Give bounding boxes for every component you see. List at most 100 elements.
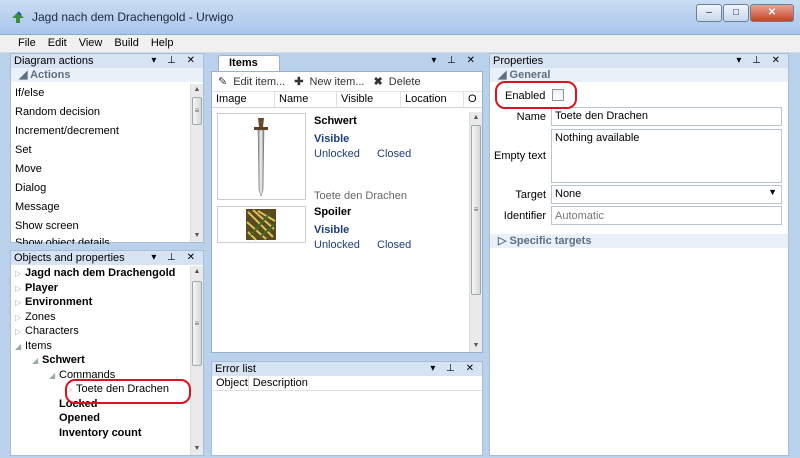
name-field[interactable]: Toete den Drachen bbox=[551, 107, 782, 126]
panel-controls[interactable]: ▾ ⊥ ✕ bbox=[151, 251, 199, 265]
list-item[interactable]: Spoiler Visible Unlocked Closed bbox=[212, 204, 482, 254]
item-visibility: Visible bbox=[314, 133, 350, 145]
chevron-down-icon[interactable]: ▼ bbox=[768, 187, 777, 197]
tree-item[interactable]: ▷ Zones bbox=[11, 310, 203, 325]
close-button[interactable]: ✕ bbox=[750, 4, 794, 22]
action-item[interactable]: Random decision bbox=[11, 103, 191, 122]
identifier-input[interactable] bbox=[551, 206, 782, 225]
tree-item[interactable]: ◢ Items bbox=[11, 339, 203, 354]
panel-controls[interactable]: ▾ ⊥ ✕ bbox=[431, 55, 479, 66]
expanded-arrow-icon[interactable]: ◢ bbox=[32, 354, 42, 369]
delete-button[interactable]: ✖ Delete bbox=[374, 76, 421, 88]
maximize-button[interactable]: □ bbox=[723, 4, 749, 22]
menu-bar: File Edit View Build Help bbox=[0, 35, 800, 53]
item-name: Spoiler bbox=[314, 206, 352, 218]
item-lock-state: Unlocked bbox=[314, 148, 360, 160]
expanded-arrow-icon[interactable]: ◢ bbox=[49, 369, 59, 384]
column-object[interactable]: Object bbox=[212, 376, 249, 390]
new-item-button[interactable]: ✚ New item... bbox=[294, 76, 364, 88]
tree-item[interactable]: ▷ Jagd nach dem Drachengold bbox=[11, 266, 203, 281]
delete-icon: ✖ bbox=[373, 76, 383, 88]
panel-title: Properties bbox=[493, 55, 544, 67]
column-name[interactable]: Name bbox=[275, 92, 337, 107]
panel-title: Error list bbox=[215, 363, 256, 375]
column-image[interactable]: Image bbox=[212, 92, 275, 107]
action-item[interactable]: Move bbox=[11, 160, 191, 179]
column-o[interactable]: O bbox=[464, 92, 482, 107]
tree-item-label: Opened bbox=[59, 412, 100, 424]
tree-item-label: Environment bbox=[25, 296, 93, 308]
menu-view[interactable]: View bbox=[73, 35, 109, 49]
empty-text-label: Empty text bbox=[494, 150, 546, 162]
action-item[interactable]: Dialog bbox=[11, 179, 191, 198]
tree-item-label: Items bbox=[25, 339, 52, 352]
menu-file[interactable]: File bbox=[12, 35, 42, 49]
tree-item[interactable]: ▷ Player bbox=[11, 281, 203, 296]
tree-item[interactable]: ▷ Environment bbox=[11, 295, 203, 310]
expanded-arrow-icon[interactable]: ◢ bbox=[15, 340, 25, 355]
tree-item[interactable]: ▷ Characters bbox=[11, 324, 203, 339]
empty-text-field[interactable]: Nothing available bbox=[551, 129, 782, 183]
action-item[interactable]: Show object details bbox=[11, 236, 191, 244]
app-icon bbox=[12, 11, 24, 23]
scroll-up-icon[interactable]: ▲ bbox=[470, 112, 482, 124]
item-command: Toete den Drachen bbox=[314, 190, 407, 202]
target-select[interactable]: None ▼ bbox=[551, 185, 782, 204]
object-tree: ▷ Jagd nach dem Drachengold ▷ Player ▷ Enviro… bbox=[11, 265, 203, 440]
scrollbar[interactable]: ▲ ≡ ▼ bbox=[190, 266, 203, 455]
scroll-down-icon[interactable]: ▼ bbox=[470, 340, 482, 352]
tree-item-label: Schwert bbox=[42, 354, 85, 366]
column-description[interactable]: Description bbox=[249, 376, 308, 390]
tree-item[interactable]: Inventory count bbox=[11, 426, 203, 441]
panel-header: Diagram actions ▾ ⊥ ✕ bbox=[11, 54, 203, 68]
actions-section-header[interactable]: ◢ Actions bbox=[11, 68, 203, 82]
plus-icon: ✚ bbox=[294, 76, 304, 88]
panel-controls[interactable]: ▾ ⊥ ✕ bbox=[430, 362, 478, 376]
error-column-header: Object Description bbox=[212, 376, 482, 391]
menu-build[interactable]: Build bbox=[108, 35, 144, 49]
collapsed-arrow-icon[interactable]: ▷ bbox=[15, 325, 25, 340]
action-item[interactable]: If/else bbox=[11, 84, 191, 103]
scrollbar[interactable]: ▲ ≡ ▼ bbox=[469, 112, 482, 352]
collapsed-arrow-icon[interactable]: ▷ bbox=[15, 311, 25, 326]
minimize-button[interactable]: – bbox=[696, 4, 722, 22]
panel-controls[interactable]: ▾ ⊥ ✕ bbox=[736, 54, 784, 68]
tab-items[interactable]: Items bbox=[218, 55, 280, 71]
diagram-actions-panel: Diagram actions ▾ ⊥ ✕ ◢ Actions If/else … bbox=[10, 53, 204, 244]
collapsed-arrow-icon[interactable]: ▷ bbox=[15, 282, 25, 297]
panel-header: Properties ▾ ⊥ ✕ bbox=[490, 54, 788, 68]
action-item[interactable]: Increment/decrement bbox=[11, 122, 191, 141]
collapsed-arrow-icon[interactable]: ▷ bbox=[15, 267, 25, 282]
item-open-state: Closed bbox=[377, 148, 412, 160]
specific-targets-section-header[interactable]: ▷ Specific targets bbox=[490, 234, 788, 248]
column-location[interactable]: Location bbox=[401, 92, 464, 107]
scroll-up-icon[interactable]: ▲ bbox=[191, 266, 203, 278]
collapsed-arrow-icon[interactable]: ▷ bbox=[15, 296, 25, 311]
edit-item-button[interactable]: ✎ Edit item... bbox=[218, 76, 285, 88]
list-item[interactable]: Schwert Visible Unlocked Closed Toete de… bbox=[212, 108, 482, 204]
identifier-label: Identifier bbox=[503, 210, 546, 222]
scrollbar[interactable]: ▲ ≡ ▼ bbox=[190, 84, 203, 242]
scroll-thumb[interactable]: ≡ bbox=[192, 97, 202, 125]
scroll-thumb[interactable]: ≡ bbox=[192, 281, 202, 366]
scroll-thumb[interactable]: ≡ bbox=[471, 125, 481, 295]
tree-item[interactable]: ◢ Schwert bbox=[11, 353, 203, 368]
highlight-oval bbox=[65, 379, 191, 404]
column-visible[interactable]: Visible bbox=[337, 92, 401, 107]
tree-item[interactable]: Opened bbox=[11, 411, 203, 426]
action-item[interactable]: Show screen bbox=[11, 217, 191, 236]
action-item[interactable]: Message bbox=[11, 198, 191, 217]
item-open-state: Closed bbox=[377, 239, 412, 251]
target-label: Target bbox=[515, 189, 546, 201]
scroll-down-icon[interactable]: ▼ bbox=[191, 443, 203, 455]
panel-controls[interactable]: ▾ ⊥ ✕ bbox=[151, 54, 199, 68]
scroll-down-icon[interactable]: ▼ bbox=[191, 230, 203, 242]
menu-help[interactable]: Help bbox=[145, 35, 180, 49]
panel-header: Objects and properties ▾ ⊥ ✕ bbox=[11, 251, 203, 265]
action-item[interactable]: Set bbox=[11, 141, 191, 160]
scroll-up-icon[interactable]: ▲ bbox=[191, 84, 203, 96]
error-list-panel: Error list ▾ ⊥ ✕ Object Description bbox=[211, 361, 483, 456]
general-section-header[interactable]: ◢ General bbox=[490, 68, 788, 82]
menu-edit[interactable]: Edit bbox=[42, 35, 73, 49]
actions-list: If/else Random decision Increment/decrem… bbox=[11, 84, 191, 244]
